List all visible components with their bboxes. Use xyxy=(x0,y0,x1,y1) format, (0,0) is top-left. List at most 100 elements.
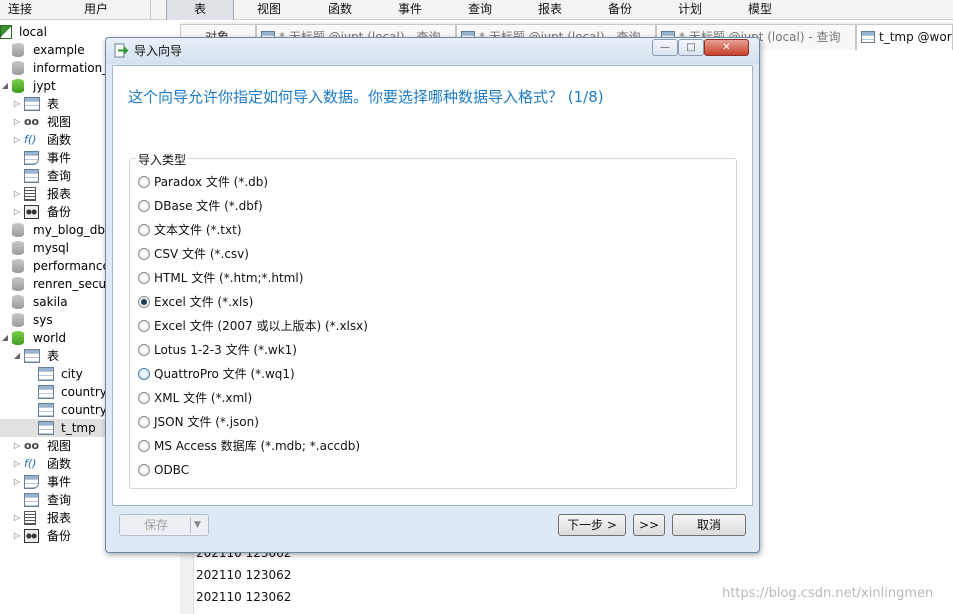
radio-icon[interactable] xyxy=(138,392,150,404)
expand-arrow-icon[interactable]: ▷ xyxy=(13,113,21,131)
expand-arrow-icon[interactable]: ▷ xyxy=(13,455,21,473)
radio-icon[interactable] xyxy=(138,320,150,332)
tree-item-events[interactable]: ▷ 事件 xyxy=(0,473,106,491)
radio-icon[interactable] xyxy=(138,200,150,212)
radio-icon[interactable] xyxy=(138,344,150,356)
tree-item-queries[interactable]: 查询 xyxy=(0,491,106,509)
table-icon xyxy=(38,421,54,435)
expand-arrow-icon[interactable]: ▷ xyxy=(13,437,21,455)
expand-arrow-icon[interactable]: ▷ xyxy=(13,509,21,527)
tree-item-label: local xyxy=(19,25,47,39)
toolbar-view-button[interactable]: 视图 xyxy=(242,0,296,20)
radio-icon[interactable] xyxy=(138,368,150,380)
toolbar-schedule-button[interactable]: 计划 xyxy=(662,0,718,20)
group-title: 导入类型 xyxy=(136,151,189,168)
import-wizard-dialog: 导入向导 — □ ✕ 这个向导允许你指定如何导入数据。你要选择哪种数据导入格式？… xyxy=(105,37,760,553)
radio-icon[interactable] xyxy=(138,272,150,284)
expand-arrow-icon[interactable]: ▷ xyxy=(13,203,21,221)
tree-item-example[interactable]: example xyxy=(0,41,106,59)
option-label: JSON 文件 (*.json) xyxy=(154,415,259,429)
tab-label: t_tmp @world xyxy=(879,30,952,44)
tree-item-label: 表 xyxy=(47,349,60,363)
tree-item-functions[interactable]: ▷ f() 函数 xyxy=(0,131,106,149)
last-step-button[interactable]: >> xyxy=(633,514,665,536)
tree-item-tables[interactable]: ▷ 表 xyxy=(0,95,106,113)
table-icon xyxy=(38,385,54,399)
radio-icon[interactable] xyxy=(138,440,150,452)
toolbar-connect-button[interactable]: 连接 xyxy=(0,0,40,20)
grid-cell[interactable]: 202110 12306278 xyxy=(196,586,292,608)
tree-item-views[interactable]: ▷ oo 视图 xyxy=(0,113,106,131)
query-icon xyxy=(24,169,39,183)
chevron-down-icon[interactable]: ▼ xyxy=(194,515,201,535)
maximize-button[interactable]: □ xyxy=(678,39,704,56)
option-label: Excel 文件 (*.xls) xyxy=(154,295,254,309)
tree-item-views[interactable]: ▷ oo 视图 xyxy=(0,437,106,455)
tree-item-renrensecur[interactable]: renren_secur xyxy=(0,275,106,293)
dialog-title-bar[interactable]: 导入向导 — □ ✕ xyxy=(106,38,759,64)
grid-cell[interactable]: 202110 12306278 xyxy=(196,564,292,586)
close-button[interactable]: ✕ xyxy=(704,39,749,56)
toolbar-table-button[interactable]: 表 xyxy=(166,0,234,20)
expand-arrow-icon[interactable]: ▷ xyxy=(13,473,21,491)
collapse-arrow-icon[interactable]: ◢ xyxy=(13,347,21,365)
tree-item-label: 报表 xyxy=(47,187,72,201)
tree-item-country[interactable]: country xyxy=(0,383,106,401)
report-icon xyxy=(24,187,36,201)
tree-item-label: jypt xyxy=(33,79,56,93)
tree-item-local[interactable]: local xyxy=(0,23,106,41)
radio-checked-icon[interactable] xyxy=(138,296,150,308)
cancel-button[interactable]: 取消 xyxy=(672,514,746,536)
toolbar-function-button[interactable]: 函数 xyxy=(312,0,368,20)
tree-item-tables[interactable]: ◢ 表 xyxy=(0,347,106,365)
toolbar-backup-button[interactable]: 备份 xyxy=(592,0,648,20)
split-divider xyxy=(190,517,191,533)
expand-arrow-icon[interactable]: ▷ xyxy=(13,185,21,203)
tree-item-events[interactable]: 事件 xyxy=(0,149,106,167)
radio-icon[interactable] xyxy=(138,224,150,236)
tree-item-backups[interactable]: ▷ 备份 xyxy=(0,527,106,545)
radio-icon[interactable] xyxy=(138,176,150,188)
table-icon xyxy=(38,367,54,381)
tree-item-backups[interactable]: ▷ 备份 xyxy=(0,203,106,221)
tree-item-performance[interactable]: performance xyxy=(0,257,106,275)
tree-item-mysql[interactable]: mysql xyxy=(0,239,106,257)
expand-arrow-icon[interactable]: ▷ xyxy=(13,527,21,545)
collapse-arrow-icon[interactable]: ◢ xyxy=(1,77,9,95)
tree-item-sakila[interactable]: sakila xyxy=(0,293,106,311)
tree-item-functions[interactable]: ▷ f() 函数 xyxy=(0,455,106,473)
toolbar-event-button[interactable]: 事件 xyxy=(382,0,438,20)
radio-icon[interactable] xyxy=(138,416,150,428)
database-icon xyxy=(12,223,24,237)
toolbar-query-button[interactable]: 查询 xyxy=(452,0,508,20)
radio-icon[interactable] xyxy=(138,248,150,260)
minimize-button[interactable]: — xyxy=(652,39,678,56)
tree-item-jypt[interactable]: ◢ jypt xyxy=(0,77,106,95)
toolbar-divider xyxy=(150,0,151,20)
next-button[interactable]: 下一步 > xyxy=(558,514,626,536)
toolbar-user-button[interactable]: 用户 xyxy=(70,0,122,20)
option-label: Paradox 文件 (*.db) xyxy=(154,175,269,189)
query-icon xyxy=(24,493,39,507)
tab-t-tmp[interactable]: t_tmp @world xyxy=(856,24,953,50)
tree-item-city[interactable]: city xyxy=(0,365,106,383)
collapse-arrow-icon[interactable]: ◢ xyxy=(1,329,9,347)
tree-item-ttmp[interactable]: t_tmp xyxy=(0,419,106,437)
database-icon xyxy=(12,61,24,75)
save-button[interactable]: 保存 ▼ xyxy=(119,514,209,536)
tree-item-country[interactable]: country xyxy=(0,401,106,419)
grid-row-header xyxy=(180,550,194,614)
tree-item-label: 表 xyxy=(47,97,60,111)
tree-item-reports[interactable]: ▷ 报表 xyxy=(0,509,106,527)
radio-icon[interactable] xyxy=(138,464,150,476)
expand-arrow-icon[interactable]: ▷ xyxy=(13,95,21,113)
tree-item-world[interactable]: ◢ world xyxy=(0,329,106,347)
tree-item-information[interactable]: information_ xyxy=(0,59,106,77)
tree-item-queries[interactable]: 查询 xyxy=(0,167,106,185)
toolbar-report-button[interactable]: 报表 xyxy=(522,0,578,20)
expand-arrow-icon[interactable]: ▷ xyxy=(13,131,21,149)
toolbar-model-button[interactable]: 模型 xyxy=(732,0,788,20)
tree-item-myblogdb[interactable]: my_blog_db xyxy=(0,221,106,239)
tree-item-reports[interactable]: ▷ 报表 xyxy=(0,185,106,203)
tree-item-sys[interactable]: sys xyxy=(0,311,106,329)
